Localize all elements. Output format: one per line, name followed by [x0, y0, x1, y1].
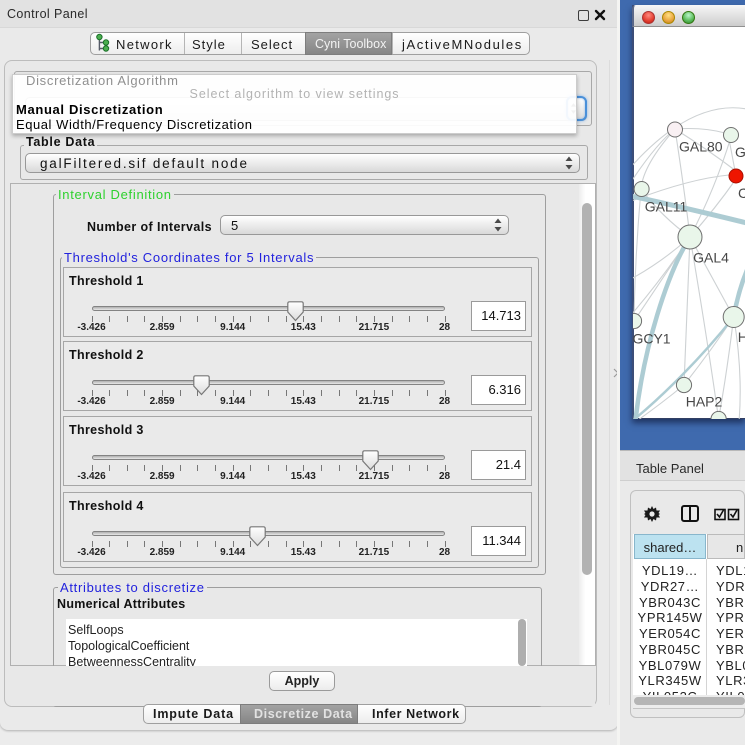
svg-text:GCY1: GCY1 — [633, 331, 671, 347]
svg-text:CD: CD — [738, 185, 745, 201]
svg-text:HAP2: HAP2 — [686, 394, 723, 410]
svg-text:GA: GA — [735, 144, 745, 160]
svg-text:H: H — [738, 329, 745, 345]
svg-text:GAL11: GAL11 — [645, 199, 688, 215]
svg-text:GAL4: GAL4 — [693, 250, 729, 266]
svg-text:GAL80: GAL80 — [679, 139, 723, 155]
